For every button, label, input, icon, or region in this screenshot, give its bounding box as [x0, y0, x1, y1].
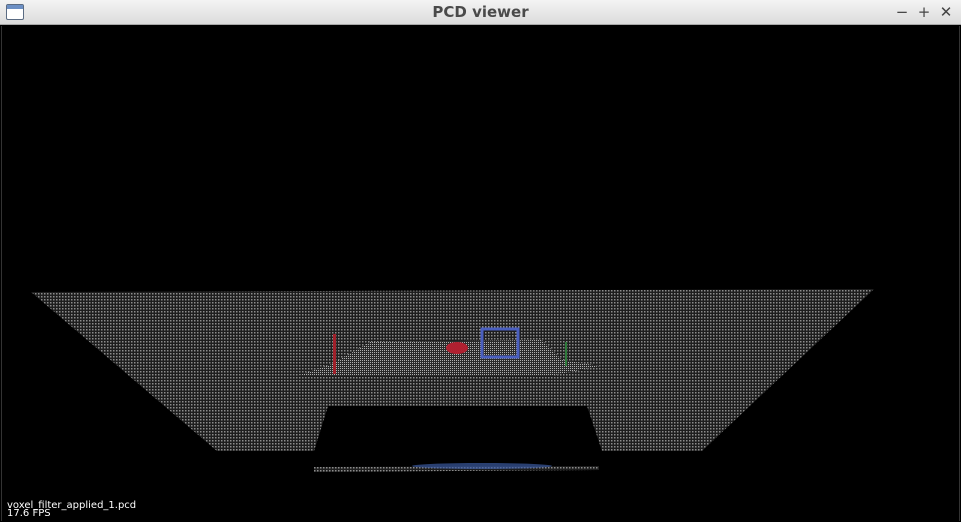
blue-scan-arc	[412, 463, 552, 469]
red-object	[446, 342, 468, 354]
fps-label: 17.6 FPS	[7, 508, 51, 519]
close-button[interactable]: ✕	[936, 2, 956, 22]
point-cloud-viewport[interactable]: voxel_filter_applied_1.pcd 17.6 FPS	[1, 26, 960, 521]
title-bar[interactable]: PCD viewer − + ✕	[0, 0, 961, 25]
red-pole	[333, 334, 336, 374]
maximize-button[interactable]: +	[914, 2, 934, 22]
window-title: PCD viewer	[432, 3, 529, 21]
pcd-viewer-window: PCD viewer − + ✕ voxel_filter_applied_1.…	[0, 0, 961, 522]
green-pole	[565, 342, 567, 366]
point-cloud-render	[31, 289, 874, 472]
minimize-button[interactable]: −	[892, 2, 912, 22]
